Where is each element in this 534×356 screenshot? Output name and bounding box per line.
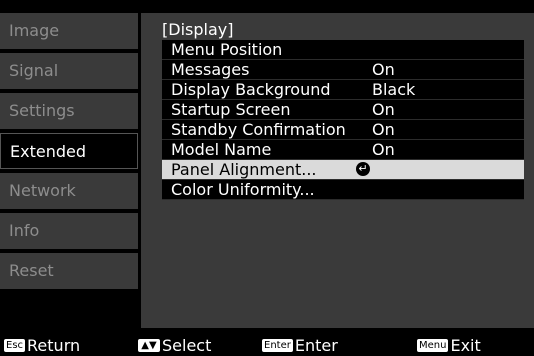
- menu-item-value: On: [372, 120, 395, 139]
- menu-item-label: Display Background: [171, 80, 331, 99]
- exit-label: Exit: [450, 336, 481, 355]
- tab-label: Signal: [9, 61, 59, 80]
- menu-item-startup-screen[interactable]: Startup Screen On: [162, 100, 524, 120]
- menu-item-display-background[interactable]: Display Background Black: [162, 80, 524, 100]
- up-down-arrows-icon: ▲▼: [138, 339, 160, 352]
- menu-item-value: On: [372, 100, 395, 119]
- tab-label: Settings: [9, 101, 75, 120]
- tab-label: Extended: [10, 142, 86, 161]
- select-hint: ▲▼ Select: [138, 335, 211, 356]
- menu-item-label: Startup Screen: [171, 100, 291, 119]
- tab-extended[interactable]: Extended: [0, 133, 138, 169]
- tab-signal[interactable]: Signal: [0, 53, 138, 89]
- return-label: Return: [27, 336, 81, 355]
- bottom-hint-bar: Esc Return ▲▼ Select Enter Enter Menu Ex…: [0, 335, 534, 356]
- tab-image[interactable]: Image: [0, 13, 138, 49]
- menu-item-panel-alignment[interactable]: Panel Alignment... ↵: [162, 160, 524, 180]
- menu-item-color-uniformity[interactable]: Color Uniformity...: [162, 180, 524, 200]
- tab-label: Network: [9, 181, 76, 200]
- menu-item-label: Model Name: [171, 140, 272, 159]
- menu-list: Menu Position Messages On Display Backgr…: [162, 40, 524, 200]
- menu-item-label: Standby Confirmation: [171, 120, 346, 139]
- menu-item-value: On: [372, 140, 395, 159]
- tab-settings[interactable]: Settings: [0, 93, 138, 129]
- return-hint: Esc Return: [4, 335, 80, 356]
- menu-item-value: On: [372, 60, 395, 79]
- tab-reset[interactable]: Reset: [0, 253, 138, 289]
- menu-item-model-name[interactable]: Model Name On: [162, 140, 524, 160]
- tab-info[interactable]: Info: [0, 213, 138, 249]
- tab-label: Image: [9, 21, 60, 40]
- tab-label: Reset: [9, 261, 54, 280]
- menu-item-standby-confirmation[interactable]: Standby Confirmation On: [162, 120, 524, 140]
- select-label: Select: [162, 336, 212, 355]
- enter-label: Enter: [294, 336, 338, 355]
- menu-item-value: Black: [372, 80, 416, 99]
- tab-label: Info: [9, 221, 40, 240]
- panel-title: [Display]: [162, 20, 234, 39]
- tab-network[interactable]: Network: [0, 173, 138, 209]
- menu-key-icon: Menu: [417, 339, 449, 352]
- enter-hint: Enter Enter: [262, 335, 338, 356]
- esc-key-icon: Esc: [4, 339, 26, 352]
- menu-item-label: Messages: [171, 60, 250, 79]
- exit-hint: Menu Exit: [417, 335, 481, 356]
- menu-item-menu-position[interactable]: Menu Position: [162, 40, 524, 60]
- menu-item-label: Panel Alignment...: [171, 160, 317, 179]
- menu-item-messages[interactable]: Messages On: [162, 60, 524, 80]
- enter-key-icon: Enter: [262, 339, 293, 352]
- menu-item-label: Menu Position: [171, 40, 283, 59]
- enter-arrow-icon: ↵: [356, 162, 370, 176]
- menu-item-label: Color Uniformity...: [171, 180, 315, 199]
